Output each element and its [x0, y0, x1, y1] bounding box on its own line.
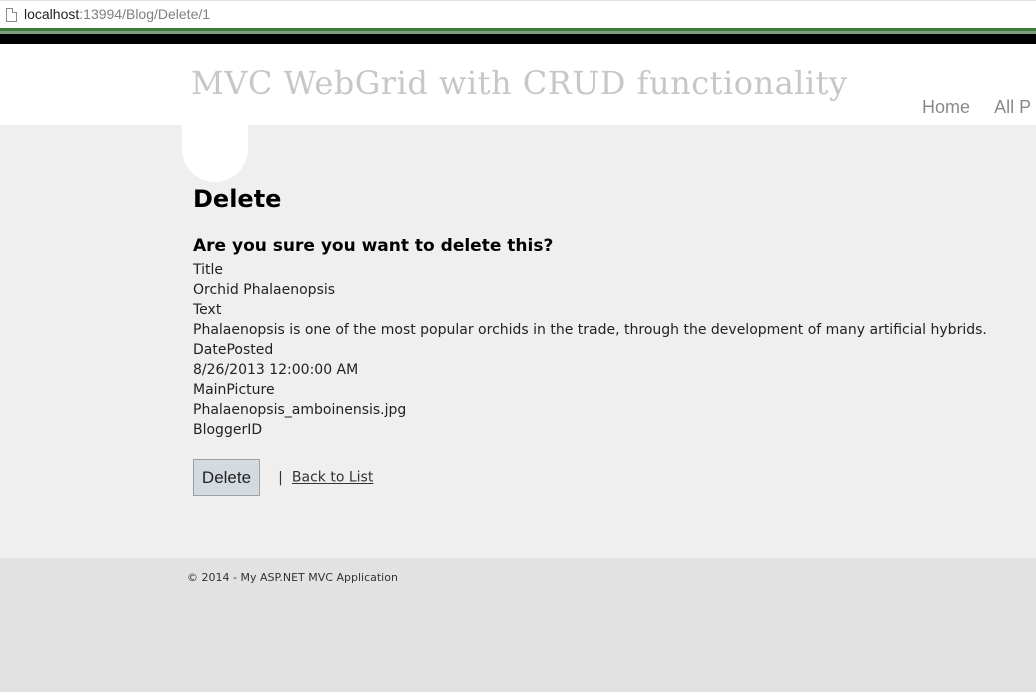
delete-form: Delete Are you sure you want to delete t…	[193, 185, 987, 496]
field-value-mainpicture: Phalaenopsis_amboinensis.jpg	[193, 402, 407, 418]
delete-button[interactable]: Delete	[193, 459, 260, 496]
url-field[interactable]: localhost:13994/Blog/Delete/1	[24, 6, 210, 22]
form-actions: Delete | Back to List	[193, 459, 373, 496]
separator: |	[278, 469, 283, 486]
url-path: :13994/Blog/Delete/1	[79, 6, 211, 22]
address-bar[interactable]: localhost:13994/Blog/Delete/1	[0, 0, 1036, 29]
site-footer: © 2014 - My ASP.NET MVC Application	[0, 558, 1036, 692]
site-title[interactable]: MVC WebGrid with CRUD functionality	[191, 64, 848, 102]
confirm-question: Are you sure you want to delete this?	[193, 236, 554, 256]
back-to-list-link[interactable]: Back to List	[292, 470, 373, 486]
copyright-text: © 2014 - My ASP.NET MVC Application	[187, 571, 398, 584]
main-content: Delete Are you sure you want to delete t…	[0, 124, 1036, 558]
site-header: MVC WebGrid with CRUD functionality Home…	[0, 44, 1036, 125]
main-nav: Home All P	[922, 97, 1036, 118]
nav-link-home[interactable]: Home	[922, 97, 970, 117]
field-value-dateposted: 8/26/2013 12:00:00 AM	[193, 362, 359, 378]
url-host: localhost	[24, 6, 80, 22]
field-list: Title Orchid Phalaenopsis Text Phalaenop…	[193, 260, 1013, 440]
page-title: Delete	[193, 185, 282, 213]
field-label-bloggerid: BloggerID	[193, 422, 263, 438]
field-label-dateposted: DatePosted	[193, 342, 274, 358]
header-circle-decoration	[182, 124, 248, 182]
field-label-mainpicture: MainPicture	[193, 382, 275, 398]
field-value-text: Phalaenopsis is one of the most popular …	[193, 322, 987, 338]
top-bar	[0, 34, 1036, 44]
page-icon	[6, 8, 17, 22]
field-label-text: Text	[193, 302, 222, 318]
field-value-title: Orchid Phalaenopsis	[193, 282, 336, 298]
field-label-title: Title	[193, 262, 224, 278]
nav-link-all-posts[interactable]: All P	[994, 97, 1031, 117]
